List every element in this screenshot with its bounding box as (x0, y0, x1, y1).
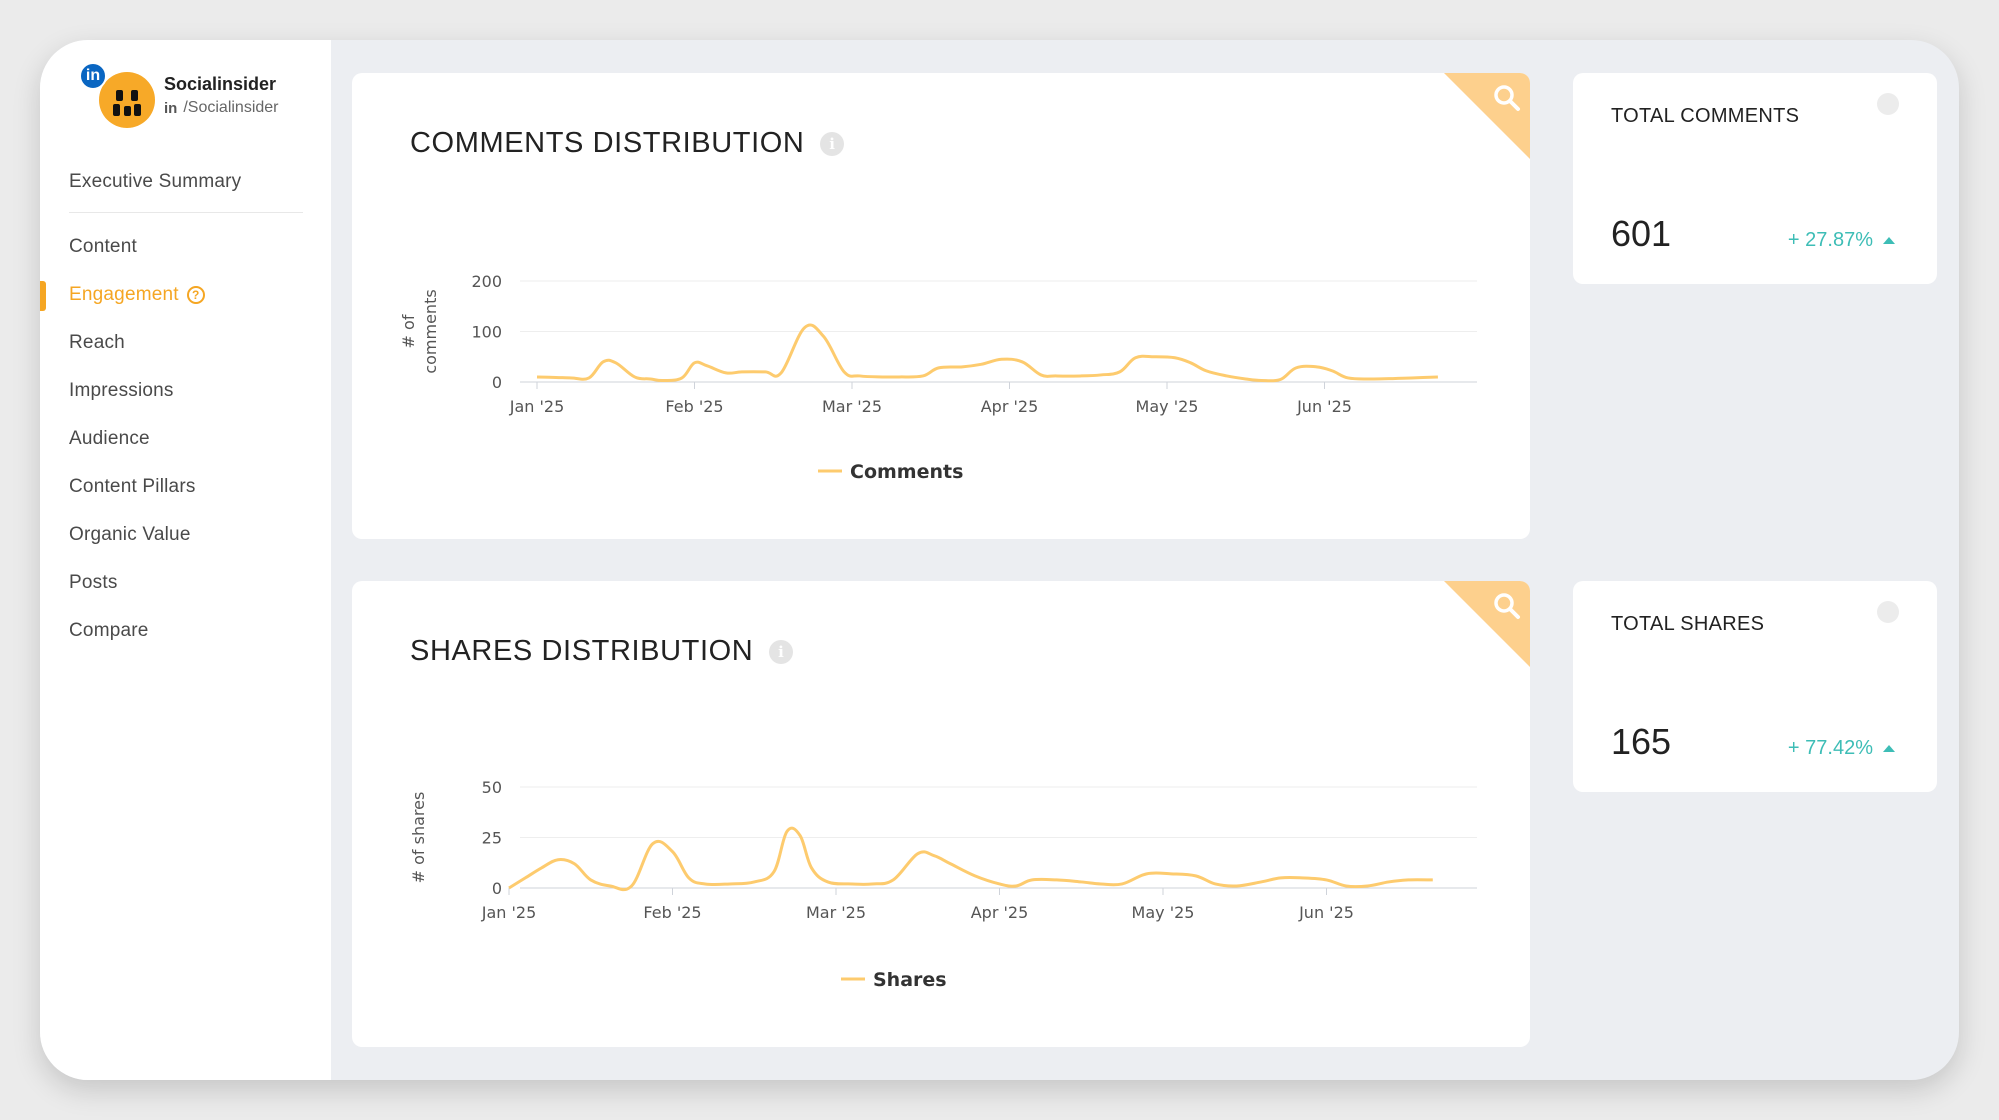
y-tick-label: 50 (482, 778, 502, 797)
x-tick-label: Mar '25 (822, 397, 882, 416)
profile-name: Socialinsider (164, 74, 277, 94)
x-tick-label: May '25 (1132, 903, 1195, 922)
y-axis-label: # of shares (409, 792, 428, 884)
y-axis-label-line: # of (399, 314, 418, 348)
x-tick-label: Jun '25 (1296, 397, 1352, 416)
y-tick-label: 200 (471, 272, 502, 291)
info-icon[interactable] (1877, 93, 1899, 115)
comments-distribution-card: COMMENTS DISTRIBUTION i 0 100 200 # of comme… (352, 73, 1530, 539)
series-line-comments (536, 323, 1438, 383)
nav-item-engagement[interactable]: Engagement? (40, 271, 331, 319)
y-tick-label: 0 (492, 879, 502, 898)
nav-item-content-pillars[interactable]: Content Pillars (40, 463, 331, 511)
nav-divider (69, 212, 303, 213)
y-axis-label: # of comments (399, 289, 440, 373)
stat-title: TOTAL SHARES (1611, 613, 1765, 635)
stat-change-text: + 77.42% (1787, 737, 1873, 759)
nav-item-audience[interactable]: Audience (40, 415, 331, 463)
stat-change: + 27.87% (1788, 229, 1895, 252)
nav-item-impressions[interactable]: Impressions (40, 367, 331, 415)
x-tick-label: Apr '25 (981, 397, 1039, 416)
x-tick-label: Jun '25 (1298, 903, 1354, 922)
nav-item-posts[interactable]: Posts (40, 559, 331, 607)
stat-title: TOTAL COMMENTS (1611, 105, 1800, 127)
nav-item-compare[interactable]: Compare (40, 607, 331, 655)
total-comments-card: TOTAL COMMENTS 601 + 27.87% (1573, 73, 1937, 284)
x-tick-label: Apr '25 (971, 903, 1029, 922)
shares-distribution-card: SHARES DISTRIBUTION i 0 25 50 # of shares Ja… (352, 581, 1530, 1047)
nav-item-executive-summary[interactable]: Executive Summary (40, 158, 331, 206)
y-tick-label: 25 (482, 829, 502, 848)
arrow-up-icon (1883, 745, 1895, 752)
profile-header[interactable]: in Socialinsider in /Socialinsider (69, 62, 319, 142)
shares-chart: 0 25 50 # of shares Jan '25 Feb '25 Mar '25 Apr… (409, 778, 1477, 991)
stat-change-text: + 27.87% (1787, 229, 1873, 251)
nav-item-engagement-label: Engagement (69, 284, 179, 305)
profile-handle-text: /Socialinsider (183, 99, 279, 116)
x-tick-label: Feb '25 (665, 397, 723, 416)
x-tick-label: May '25 (1136, 397, 1199, 416)
stat-change: + 77.42% (1788, 737, 1895, 760)
x-tick-label: Jan '25 (509, 397, 565, 416)
x-tick-label: Jan '25 (481, 903, 537, 922)
info-icon[interactable] (1877, 601, 1899, 623)
nav-item-organic-value[interactable]: Organic Value (40, 511, 331, 559)
sidebar: in Socialinsider in /Socialinsider Execu… (40, 40, 331, 1080)
y-tick-label: 0 (492, 373, 502, 392)
total-shares-card: TOTAL SHARES 165 + 77.42% (1573, 581, 1937, 792)
y-axis-label-line: comments (421, 289, 440, 373)
linkedin-mini-icon: in (164, 99, 178, 117)
legend-label: Comments (850, 461, 963, 483)
x-tick-label: Mar '25 (806, 903, 866, 922)
sidebar-nav: Executive Summary Content Engagement? Re… (40, 158, 331, 655)
avatar (99, 72, 155, 128)
app-window: in Socialinsider in /Socialinsider Execu… (40, 40, 1959, 1080)
profile-handle: in /Socialinsider (164, 99, 279, 117)
legend-label: Shares (873, 969, 947, 991)
y-tick-label: 100 (471, 323, 502, 342)
comments-chart: 0 100 200 # of comments Jan '25 Feb '25 Mar '25… (399, 272, 1477, 483)
stat-value: 601 (1611, 213, 1672, 254)
linkedin-icon: in (79, 62, 107, 90)
logo-face-icon (113, 90, 141, 116)
nav-item-reach[interactable]: Reach (40, 319, 331, 367)
nav-item-content[interactable]: Content (40, 223, 331, 271)
help-icon[interactable]: ? (186, 285, 205, 304)
stat-value: 165 (1611, 721, 1672, 762)
x-tick-label: Feb '25 (643, 903, 701, 922)
arrow-up-icon (1883, 237, 1895, 244)
